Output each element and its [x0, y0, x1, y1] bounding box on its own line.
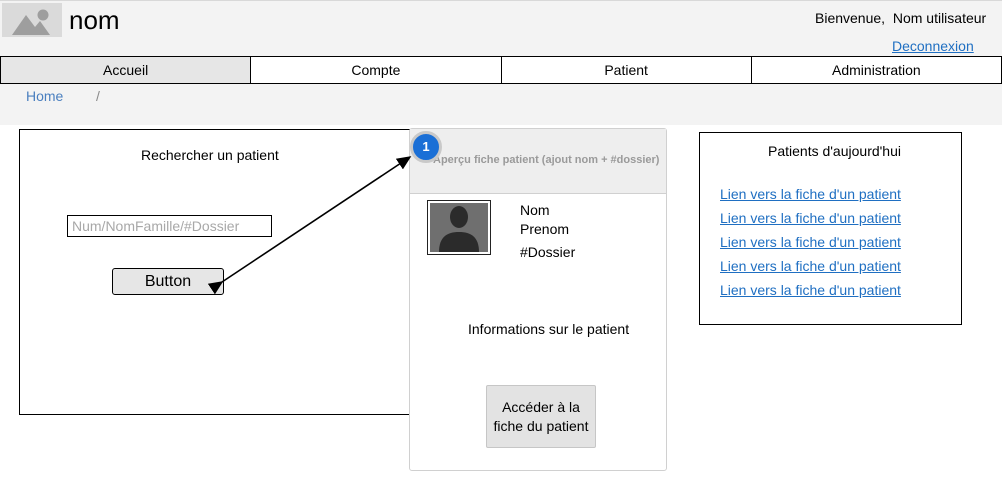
patient-nom: Nom — [520, 202, 550, 218]
open-patient-file-button[interactable]: Accéder à la fiche du patient — [486, 385, 596, 448]
patient-link[interactable]: Lien vers la fiche d'un patient — [720, 186, 901, 202]
tab-accueil[interactable]: Accueil — [1, 57, 251, 83]
patient-link[interactable]: Lien vers la fiche d'un patient — [720, 282, 901, 298]
tab-patient[interactable]: Patient — [500, 57, 751, 83]
patient-link[interactable]: Lien vers la fiche d'un patient — [720, 234, 901, 250]
patient-prenom: Prenom — [520, 221, 570, 237]
search-button[interactable]: Button — [112, 268, 224, 295]
patient-link[interactable]: Lien vers la fiche d'un patient — [720, 258, 901, 274]
open-patient-file-label: Accéder à la fiche du patient — [493, 398, 589, 434]
patient-info-text: Informations sur le patient — [468, 321, 630, 337]
search-input[interactable] — [67, 215, 272, 237]
image-placeholder-icon — [2, 3, 62, 37]
patient-dossier: #Dossier — [520, 244, 576, 260]
main-nav: Accueil Compte Patient Administration — [0, 56, 1002, 84]
app-title: nom — [69, 5, 120, 35]
search-title: Rechercher un patient — [141, 147, 279, 163]
user-avatar-icon — [427, 200, 491, 255]
patient-link[interactable]: Lien vers la fiche d'un patient — [720, 210, 901, 226]
preview-title: Aperçu fiche patient (ajout nom + #dossi… — [433, 154, 660, 166]
todays-patients-title: Patients d'aujourd'hui — [768, 143, 901, 159]
tab-administration[interactable]: Administration — [750, 57, 1001, 83]
logout-link[interactable]: Deconnexion — [892, 38, 974, 54]
step-badge: 1 — [410, 131, 442, 163]
breadcrumb-home[interactable]: Home — [26, 88, 63, 104]
welcome-text: Bienvenue, Nom utilisateur — [815, 10, 987, 26]
tab-compte[interactable]: Compte — [250, 57, 500, 83]
breadcrumb-separator: / — [96, 88, 100, 104]
